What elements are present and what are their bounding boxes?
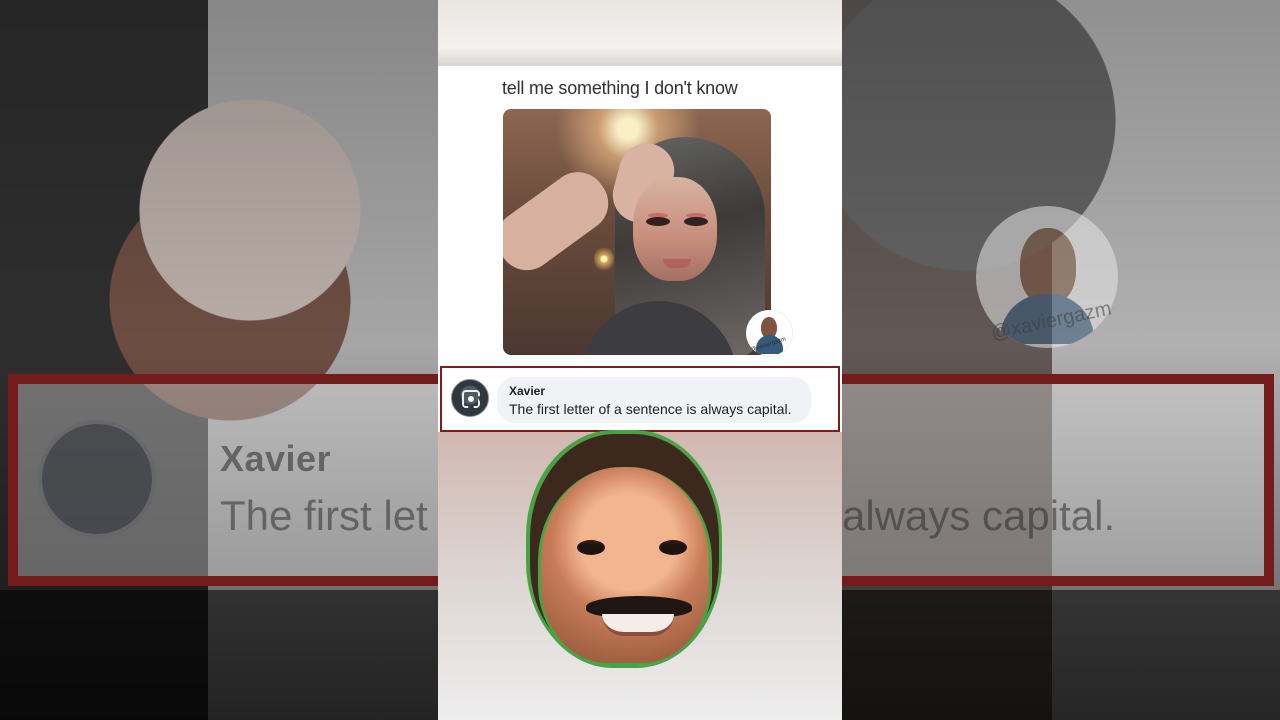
scan-dot: [468, 396, 474, 402]
left-eye: [646, 217, 670, 226]
comment-text: The first letter of a sentence is always…: [509, 401, 792, 417]
reaction-image: [438, 430, 842, 720]
short-video-panel: tell me something I don't know @xavierga…: [438, 0, 842, 720]
meme-post: tell me something I don't know @xavierga…: [438, 66, 842, 366]
creator-avatar: @xaviergazm: [746, 310, 792, 356]
comment-author: Xavier: [509, 384, 546, 398]
blurred-comment-text-left: The first let: [220, 492, 428, 539]
lamp-glow: [594, 246, 614, 272]
post-title: tell me something I don't know: [502, 78, 738, 98]
top-gradient: [438, 0, 842, 66]
blurred-comment-text-right: always capital.: [842, 492, 1116, 539]
creator-face: [1020, 228, 1076, 304]
right-eye: [684, 217, 708, 226]
video-frame: @xaviergazm Xavier The first let always …: [0, 0, 1280, 720]
post-photo: [503, 109, 771, 355]
blurred-comment-avatar: [38, 420, 156, 538]
blurred-comment-author: Xavier: [220, 438, 332, 479]
highlighted-comment: Xavier The first letter of a sentence is…: [440, 366, 840, 432]
comment-bubble: Xavier The first letter of a sentence is…: [497, 377, 811, 423]
comment-avatar: [451, 379, 489, 417]
green-outline: [528, 432, 721, 668]
